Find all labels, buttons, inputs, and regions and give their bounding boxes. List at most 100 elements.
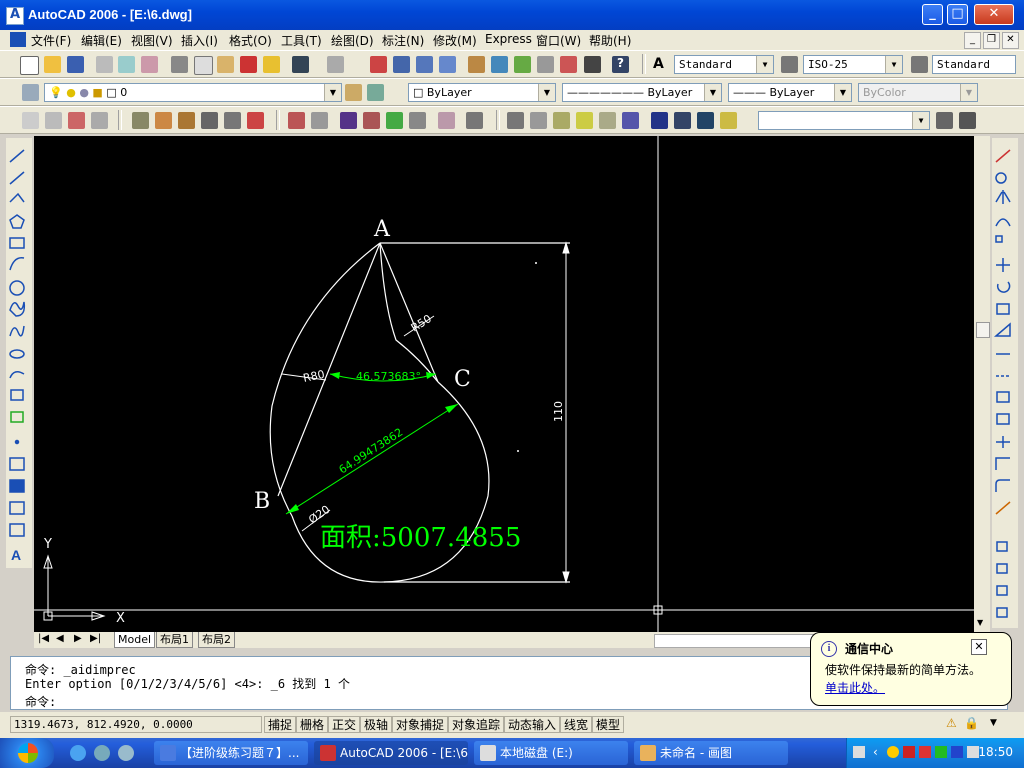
document-icon[interactable] — [10, 32, 26, 47]
text-scale-icon[interactable] — [68, 112, 85, 129]
dim-style-icon[interactable] — [781, 56, 798, 73]
scroll-thumb[interactable] — [976, 322, 990, 338]
command-prompt[interactable]: 命令: — [25, 693, 56, 710]
snap-toggle[interactable]: 捕捉 — [264, 716, 297, 733]
doc-minimize-button[interactable]: _ — [964, 32, 981, 49]
copy-icon[interactable] — [194, 56, 213, 75]
menu-express[interactable]: Express — [485, 32, 532, 46]
keyboard-icon[interactable] — [853, 746, 865, 758]
layer-match-icon[interactable] — [530, 112, 547, 129]
match-properties-icon[interactable] — [240, 56, 257, 73]
design-center-icon[interactable] — [491, 56, 508, 73]
dimension-arc-icon[interactable] — [178, 112, 195, 129]
tab-layout2[interactable]: 布局2 — [198, 632, 235, 648]
task-practice-doc[interactable]: 【进阶级练习题７】... — [154, 741, 308, 765]
desktop-icon[interactable] — [94, 745, 110, 761]
markup-icon[interactable] — [560, 56, 577, 73]
warning-icon[interactable]: ⚠ — [946, 716, 957, 730]
quick-select-icon[interactable] — [438, 112, 455, 129]
menu-dimension[interactable]: 标注(N) — [382, 32, 424, 49]
layer-isolate-icon[interactable] — [576, 112, 593, 129]
balloon-close-button[interactable]: ✕ — [971, 639, 987, 655]
dim-style-select[interactable]: ISO-25 ▼ — [803, 55, 903, 74]
menu-draw[interactable]: 绘图(D) — [331, 32, 374, 49]
menu-help[interactable]: 帮助(H) — [589, 32, 631, 49]
sheet-set-icon[interactable] — [537, 56, 554, 73]
balloon-link[interactable]: 单击此处。 — [825, 679, 885, 696]
undo-icon[interactable] — [292, 56, 309, 73]
inquiry-area-icon[interactable] — [311, 112, 328, 129]
text-style-icon[interactable]: A — [653, 56, 670, 73]
task-local-disk[interactable]: 本地磁盘 (E:) — [474, 741, 628, 765]
cut-icon[interactable] — [171, 56, 188, 73]
layer-lock-icon[interactable] — [651, 112, 668, 129]
layer-freeze-icon[interactable] — [599, 112, 616, 129]
acrobat-icon[interactable] — [919, 746, 931, 758]
layer-manager-icon[interactable] — [22, 84, 39, 101]
menu-modify[interactable]: 修改(M) — [433, 32, 477, 49]
dimension-radius-icon[interactable] — [224, 112, 241, 129]
zoom-realtime-icon[interactable] — [393, 56, 410, 73]
tool-palettes-icon[interactable] — [514, 56, 531, 73]
layer-previous-icon[interactable] — [367, 84, 384, 101]
layer-change-icon[interactable] — [553, 112, 570, 129]
properties-icon[interactable] — [468, 56, 485, 73]
region-icon[interactable] — [363, 112, 380, 129]
chevron-down-icon[interactable]: ▼ — [538, 84, 555, 101]
lineweight-toggle[interactable]: 线宽 — [560, 716, 593, 733]
table-style-select[interactable]: Standard — [932, 55, 1016, 74]
hatch-icon[interactable] — [340, 112, 357, 129]
new-icon[interactable] — [20, 56, 39, 75]
layer-off-icon[interactable] — [622, 112, 639, 129]
lock-icon[interactable] — [697, 112, 714, 129]
chevron-left-icon[interactable]: ‹ — [873, 745, 878, 759]
network-icon[interactable] — [935, 746, 947, 758]
model-toggle[interactable]: 模型 — [592, 716, 625, 733]
task-paint[interactable]: 未命名 - 画图 — [634, 741, 788, 765]
zoom-previous-icon[interactable] — [439, 56, 456, 73]
pan-icon[interactable] — [370, 56, 387, 73]
save-icon[interactable] — [67, 56, 84, 73]
text-style-select[interactable]: Standard ▼ — [674, 55, 774, 74]
publish-icon[interactable] — [141, 56, 158, 73]
osnap-toggle[interactable]: 对象捕捉 — [392, 716, 449, 733]
tab-layout1[interactable]: 布局1 — [156, 632, 193, 648]
ortho-toggle[interactable]: 正交 — [328, 716, 361, 733]
color-select[interactable]: □ ByLayer ▼ — [408, 83, 556, 102]
redo-icon[interactable] — [327, 56, 344, 73]
unlock-icon[interactable] — [720, 112, 737, 129]
help-icon[interactable]: ? — [612, 56, 629, 73]
chevron-down-icon[interactable]: ▼ — [704, 84, 721, 101]
media-icon[interactable] — [118, 745, 134, 761]
named-views-select[interactable]: ▼ — [758, 111, 930, 130]
zoom-window-icon[interactable] — [416, 56, 433, 73]
dimension-diameter-icon[interactable] — [247, 112, 264, 129]
dimension-linear-icon[interactable] — [132, 112, 149, 129]
inquiry-distance-icon[interactable] — [288, 112, 305, 129]
dimension-ordinate-icon[interactable] — [201, 112, 218, 129]
find-text-icon[interactable] — [45, 112, 62, 129]
autocad-app-icon[interactable] — [6, 7, 24, 25]
start-button[interactable] — [0, 738, 54, 768]
layer-select[interactable]: 💡 ● ● ■ □ 0 ▼ — [44, 83, 342, 102]
render-icon[interactable] — [386, 112, 403, 129]
menu-tools[interactable]: 工具(T) — [281, 32, 322, 49]
minimize-button[interactable]: _ — [922, 4, 943, 25]
drawing-canvas[interactable]: A B C R80 R50 46.573683° 64.99473862 110… — [34, 136, 974, 632]
ie-icon[interactable] — [70, 745, 86, 761]
grid-toggle[interactable]: 栅格 — [296, 716, 329, 733]
player-icon[interactable] — [951, 746, 963, 758]
block-editor-icon[interactable] — [263, 56, 280, 73]
lock-icon[interactable]: 🔒 — [964, 716, 979, 730]
scroll-down-icon[interactable]: ▼ — [977, 618, 983, 627]
security-icon[interactable] — [887, 746, 899, 758]
tray-app-icon[interactable] — [903, 746, 915, 758]
vertical-scrollbar[interactable]: ▼ — [974, 136, 990, 632]
menu-edit[interactable]: 编辑(E) — [81, 32, 122, 49]
view-settings-icon[interactable] — [936, 112, 953, 129]
isolate-icon[interactable] — [466, 112, 483, 129]
calculator-icon[interactable] — [584, 56, 601, 73]
menu-window[interactable]: 窗口(W) — [536, 32, 581, 49]
clock[interactable]: 18:50 — [978, 745, 1013, 759]
named-views-icon[interactable] — [959, 112, 976, 129]
